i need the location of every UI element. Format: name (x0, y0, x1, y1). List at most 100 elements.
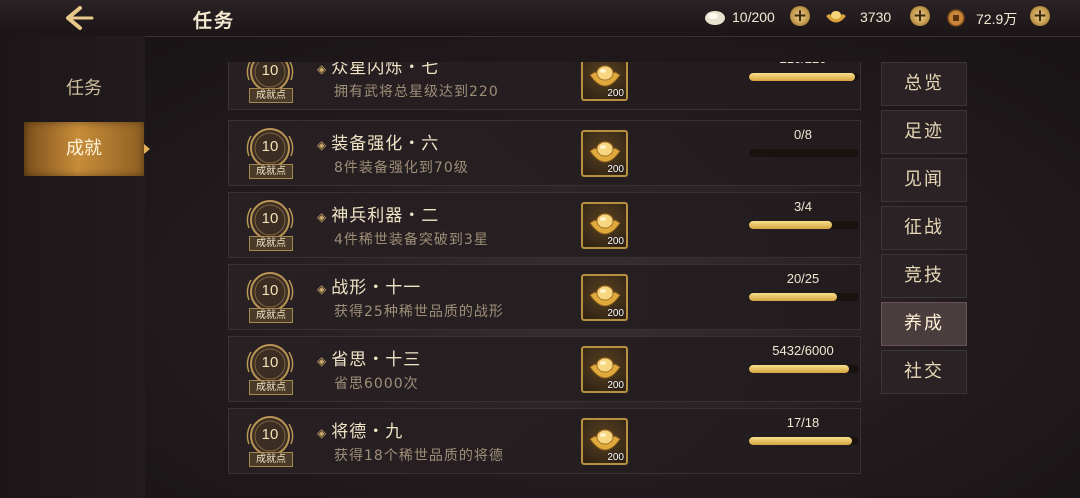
achievement-title: ◈ 装备强化・六 (317, 129, 439, 154)
nav-achievements[interactable]: 成就 (24, 122, 150, 176)
achievement-row[interactable]: 10 成就点 ◈ 战形・十一 获得25种稀世品质的战形 200 20/25 (228, 264, 861, 330)
points-value: 10 (261, 210, 279, 227)
reward-item[interactable]: 200 (581, 62, 628, 101)
achievement-title-text: 战形・十一 (331, 278, 422, 298)
reward-count: 200 (607, 452, 624, 463)
progress-text: 20/25 (786, 271, 820, 286)
progress-bar (749, 221, 859, 229)
achievement-title: ◈ 众星闪烁・七 (317, 62, 439, 78)
tab-overview[interactable]: 总览 (881, 62, 967, 106)
diamond-icon: ◈ (317, 426, 328, 440)
achievement-description: 获得18个稀世品质的将德 (334, 448, 504, 464)
achievement-title-text: 省思・十三 (331, 350, 422, 370)
stamina-value: 10/200 (732, 9, 775, 25)
tab-arena[interactable]: 竞技 (881, 254, 967, 298)
top-bar: 任务 10/200 + 3730 + 72.9万 + (0, 0, 1080, 37)
points-label: 成就点 (249, 308, 293, 323)
points-value: 10 (261, 282, 279, 299)
achievement-points-badge: 10 成就点 (243, 198, 297, 252)
tab-footprint[interactable]: 足迹 (881, 110, 967, 154)
progress-bar (749, 149, 859, 157)
add-coin-button[interactable]: + (1030, 6, 1050, 26)
add-gold-button[interactable]: + (910, 6, 930, 26)
reward-count: 200 (607, 164, 624, 175)
progress-text: 210/220 (749, 62, 857, 66)
points-label: 成就点 (249, 236, 293, 251)
back-button[interactable] (58, 4, 98, 32)
coin-resource: 72.9万 + (946, 6, 1056, 30)
add-stamina-button[interactable]: + (790, 6, 810, 26)
reward-item[interactable]: 200 (581, 418, 628, 465)
achievement-title: ◈ 省思・十三 (317, 345, 421, 370)
tab-social[interactable]: 社交 (881, 350, 967, 394)
progress-bar (749, 437, 859, 445)
progress-fill (749, 293, 837, 301)
nav-tasks[interactable]: 任务 (24, 62, 144, 116)
tab-campaign[interactable]: 征战 (881, 206, 967, 250)
progress-text: 0/8 (793, 127, 813, 142)
reward-item[interactable]: 200 (581, 274, 628, 321)
gold-ingot-icon (826, 11, 846, 23)
achievement-title: ◈ 将德・九 (317, 417, 403, 442)
copper-coin-icon (947, 9, 965, 27)
achievement-title-text: 众星闪烁・七 (331, 62, 440, 78)
progress-text: 5432/6000 (772, 343, 834, 358)
progress-fill (749, 437, 853, 445)
progress-text: 3/4 (793, 199, 813, 214)
points-value: 10 (261, 138, 279, 155)
diamond-icon: ◈ (317, 354, 328, 368)
achievement-row[interactable]: 10 成就点 ◈ 装备强化・六 8件装备强化到70级 200 0/8 (228, 120, 861, 186)
diamond-icon: ◈ (317, 210, 328, 224)
progress-bar (749, 73, 859, 81)
progress-bar (749, 365, 859, 373)
gold-resource: 3730 + (824, 6, 936, 30)
reward-count: 200 (607, 308, 624, 319)
diamond-icon: ◈ (317, 282, 328, 296)
tab-insight[interactable]: 见闻 (881, 158, 967, 202)
achievement-points-badge: 10 成就点 (243, 270, 297, 324)
achievement-description: 获得25种稀世品质的战形 (334, 304, 504, 320)
points-label: 成就点 (249, 452, 293, 467)
tab-growth[interactable]: 养成 (881, 302, 967, 346)
achievement-row[interactable]: 10 成就点 ◈众星闪烁・七 拥有武将总星级达到220 200 210/220 (228, 62, 861, 110)
achievement-title-text: 装备强化・六 (331, 134, 440, 154)
achievement-description: 8件装备强化到70级 (334, 160, 469, 176)
back-arrow-icon (66, 6, 94, 30)
achievement-row[interactable]: 10 成就点 ◈ 省思・十三 省思6000次 200 5432/6000 (228, 336, 861, 402)
achievement-points-badge: 10 成就点 (243, 126, 297, 180)
achievement-description: 4件稀世装备突破到3星 (334, 232, 489, 248)
left-nav: 任务 成就 (0, 36, 150, 498)
reward-count: 200 (607, 236, 624, 247)
achievement-list[interactable]: 10 成就点 ◈众星闪烁・七 拥有武将总星级达到220 200 210/220 … (228, 62, 863, 478)
gold-value: 3730 (860, 9, 892, 25)
points-label: 成就点 (249, 88, 293, 103)
points-value: 10 (261, 354, 279, 371)
points-value: 10 (261, 426, 279, 443)
achievement-description: 拥有武将总星级达到220 (334, 84, 499, 100)
diamond-icon: ◈ (317, 138, 328, 152)
achievement-row[interactable]: 10 成就点 ◈ 将德・九 获得18个稀世品质的将德 200 17/18 (228, 408, 861, 474)
points-value: 10 (261, 62, 279, 79)
reward-count: 200 (607, 380, 624, 391)
reward-item[interactable]: 200 (581, 346, 628, 393)
progress-bar (749, 293, 859, 301)
stamina-resource: 10/200 + (704, 6, 810, 30)
page-title: 任务 (193, 10, 236, 32)
stamina-icon (705, 11, 725, 25)
progress-fill (749, 365, 850, 373)
achievement-description: 省思6000次 (334, 376, 419, 392)
points-label: 成就点 (249, 164, 293, 179)
achievement-title-text: 将德・九 (331, 422, 404, 442)
achievement-row[interactable]: 10 成就点 ◈ 神兵利器・二 4件稀世装备突破到3星 200 3/4 (228, 192, 861, 258)
reward-count: 200 (607, 88, 624, 99)
progress-fill (749, 221, 832, 229)
reward-item[interactable]: 200 (581, 202, 628, 249)
coin-value: 72.9万 (976, 11, 1018, 27)
reward-item[interactable]: 200 (581, 130, 628, 177)
achievement-points-badge: 10 成就点 (243, 62, 297, 104)
achievement-points-badge: 10 成就点 (243, 414, 297, 468)
diamond-icon: ◈ (317, 62, 328, 76)
achievement-points-badge: 10 成就点 (243, 342, 297, 396)
progress-fill (749, 73, 855, 81)
points-label: 成就点 (249, 380, 293, 395)
